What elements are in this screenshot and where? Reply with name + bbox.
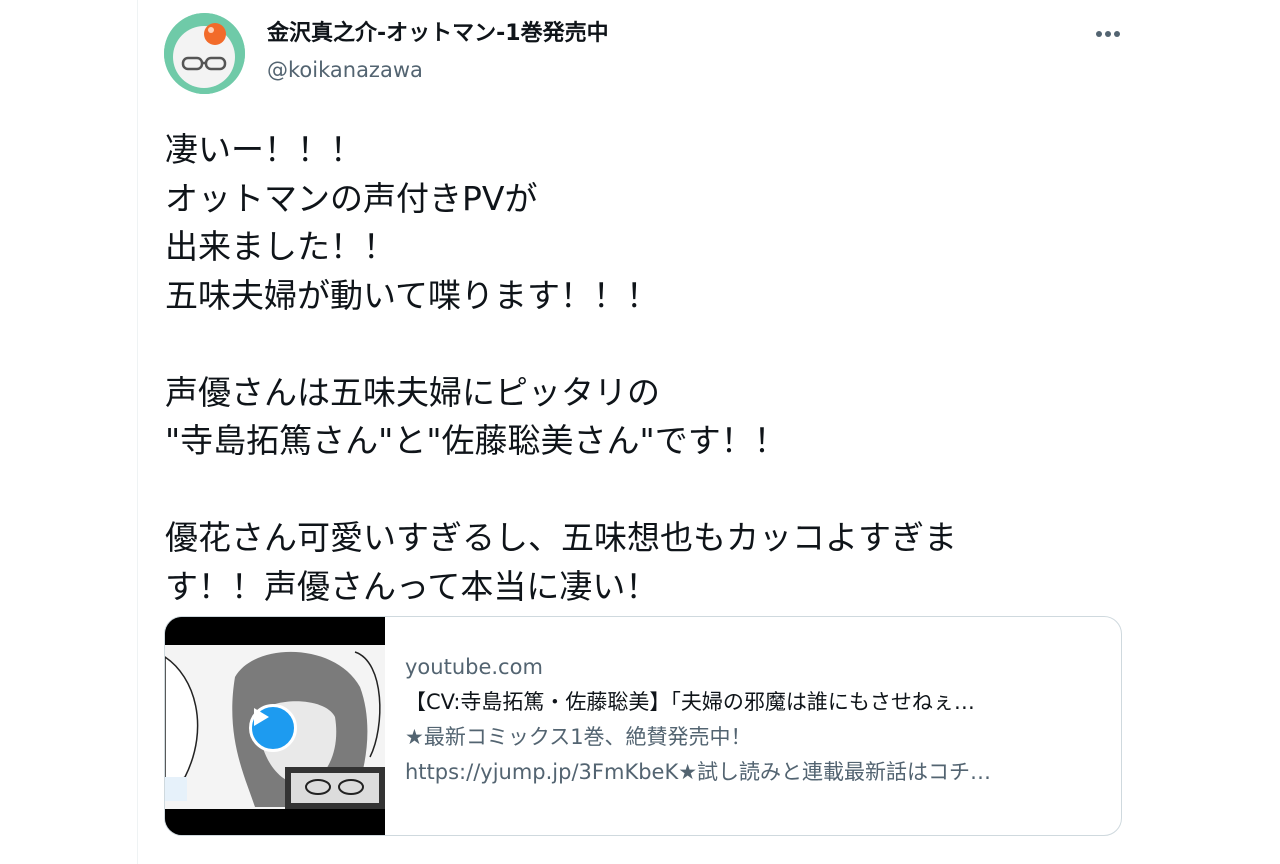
card-description-line-1: ★最新コミックス1巻、絶賛発売中！ — [405, 725, 752, 749]
card-title: 【CV:寺島拓篤・佐藤聡美】「夫婦の邪魔は誰にもさせねぇ… — [405, 690, 975, 714]
more-options-button[interactable] — [1090, 18, 1126, 50]
tweet: 金沢真之介-オットマン-1巻発売中 @koikanazawa 凄いー！！！ オッ… — [138, 0, 1280, 864]
author-info: 金沢真之介-オットマン-1巻発売中 @koikanazawa — [267, 20, 609, 84]
avatar-glasses-icon — [164, 13, 245, 94]
tweet-text: 凄いー！！！ オットマンの声付きPVが 出来ました！！ 五味夫婦が動いて喋ります… — [165, 130, 957, 606]
link-preview-card[interactable]: youtube.com 【CV:寺島拓篤・佐藤聡美】「夫婦の邪魔は誰にもさせねぇ… — [164, 616, 1122, 836]
card-thumbnail[interactable] — [165, 617, 385, 835]
play-video-button[interactable] — [249, 704, 297, 752]
card-domain: youtube.com — [405, 655, 543, 679]
play-icon — [254, 708, 269, 726]
author-display-name[interactable]: 金沢真之介-オットマン-1巻発売中 — [267, 20, 609, 48]
author-handle[interactable]: @koikanazawa — [267, 56, 609, 84]
card-body: youtube.com 【CV:寺島拓篤・佐藤聡美】「夫婦の邪魔は誰にもさせねぇ… — [405, 653, 1095, 793]
author-avatar[interactable] — [164, 13, 245, 94]
card-description-line-2: https://yjump.jp/3FmKbeK★試し読みと連載最新話はコチ… — [405, 760, 992, 784]
more-horizontal-icon — [1096, 31, 1120, 37]
